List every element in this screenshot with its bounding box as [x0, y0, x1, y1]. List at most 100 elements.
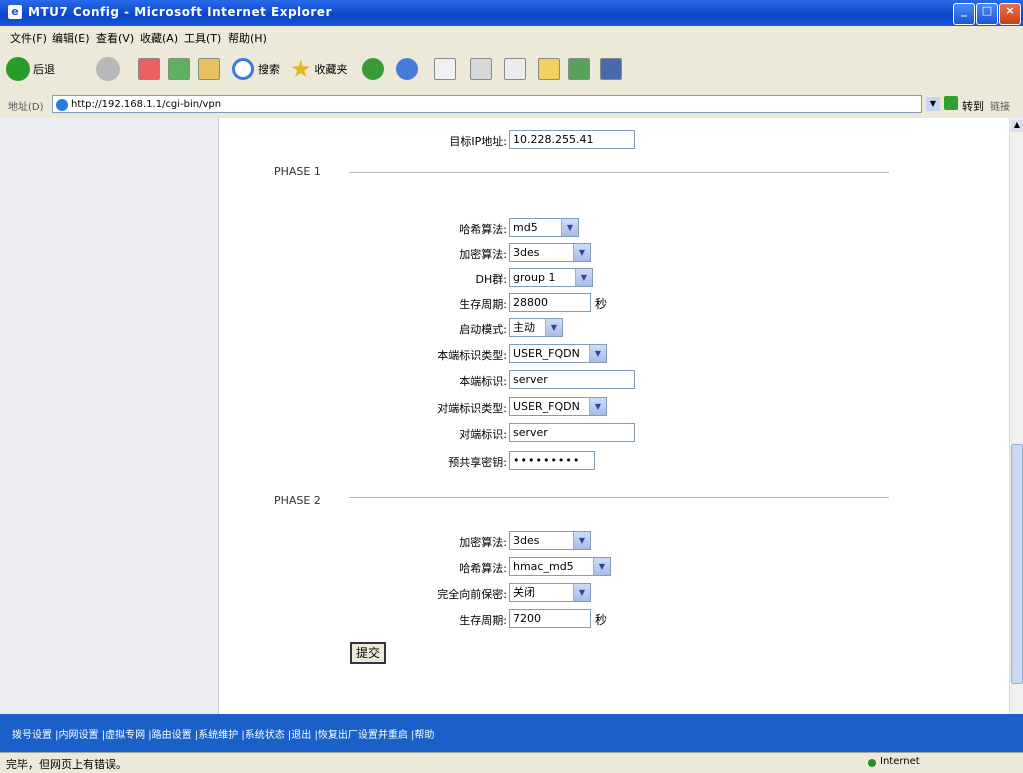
home-button[interactable] — [198, 56, 220, 82]
edit-icon — [504, 58, 526, 80]
maximize-button[interactable]: □ — [976, 3, 998, 25]
chevron-down-icon: ▼ — [561, 219, 578, 236]
vpn-config-form: 目标IP地址: 10.228.255.41 PHASE 1 哈希算法: md5 ▼… — [219, 118, 1009, 714]
p1-dh-label: DH群: — [475, 273, 507, 286]
back-arrow-icon — [6, 57, 30, 81]
menu-bar: 文件(F) 编辑(E) 查看(V) 收藏(A) 工具(T) 帮助(H) — [0, 26, 1023, 49]
p1-local-id-input[interactable]: server — [509, 370, 635, 389]
p1-dh-value: group 1 — [513, 271, 556, 284]
menu-view[interactable]: 查看(V) — [96, 30, 134, 46]
target-ip-input[interactable]: 10.228.255.41 — [509, 130, 635, 149]
search-icon — [232, 58, 254, 80]
submit-button[interactable]: 提交 — [350, 642, 386, 664]
print-button[interactable] — [470, 56, 492, 82]
history-icon — [396, 58, 418, 80]
sidebar — [0, 118, 219, 714]
address-dropdown-icon[interactable]: ▼ — [926, 97, 940, 111]
p1-hash-row: 哈希算法: — [219, 218, 507, 238]
vertical-scrollbar[interactable]: ▲ — [1009, 118, 1023, 714]
go-button[interactable]: 转到 — [962, 98, 984, 114]
address-input[interactable]: http://192.168.1.1/cgi-bin/vpn — [52, 95, 922, 113]
minimize-button[interactable]: _ — [953, 3, 975, 25]
target-ip-label: 目标IP地址: — [449, 135, 507, 148]
p2-lifetime-unit: 秒 — [595, 613, 608, 627]
p1-hash-value: md5 — [513, 221, 538, 234]
p2-pfs-value: 关闭 — [513, 586, 535, 599]
p2-lifetime-row: 生存周期: — [219, 609, 507, 629]
p1-mode-row: 启动模式: — [219, 318, 507, 338]
p1-local-id-label: 本端标识: — [459, 375, 507, 388]
scroll-up-icon[interactable]: ▲ — [1011, 120, 1023, 132]
phase2-divider — [349, 497, 889, 498]
p2-lifetime-value: 7200 — [513, 612, 541, 625]
p1-mode-select[interactable]: 主动 ▼ — [509, 318, 563, 337]
p1-local-id-type-row: 本端标识类型: — [219, 344, 507, 364]
stop-button[interactable] — [138, 56, 160, 82]
menu-favorites[interactable]: 收藏(A) — [140, 30, 178, 46]
research-button[interactable] — [600, 56, 622, 82]
back-label: 后退 — [33, 63, 55, 76]
p2-hash-select[interactable]: hmac_md5 ▼ — [509, 557, 611, 576]
p2-lifetime-label: 生存周期: — [459, 614, 507, 627]
p1-lifetime-label: 生存周期: — [459, 298, 507, 311]
favorites-button[interactable]: ★ 收藏夹 — [290, 56, 348, 82]
p1-peer-id-label: 对端标识: — [459, 428, 507, 441]
forward-button[interactable] — [96, 56, 120, 82]
go-arrow-icon[interactable] — [944, 96, 958, 110]
p1-dh-select[interactable]: group 1 ▼ — [509, 268, 593, 287]
p2-pfs-select[interactable]: 关闭 ▼ — [509, 583, 591, 602]
messenger-icon — [568, 58, 590, 80]
p2-lifetime-input[interactable]: 7200 — [509, 609, 591, 628]
edit-button[interactable] — [504, 56, 526, 82]
p1-local-id-type-select[interactable]: USER_FQDN ▼ — [509, 344, 607, 363]
title-bar: e MTU7 Config - Microsoft Internet Explo… — [0, 0, 1023, 26]
p1-encrypt-select[interactable]: 3des ▼ — [509, 243, 591, 262]
p2-hash-value: hmac_md5 — [513, 560, 574, 573]
footer-links[interactable]: 拨号设置 |内网设置 |虚拟专网 |路由设置 |系统维护 |系统状态 |退出 |… — [12, 726, 434, 741]
search-label: 搜索 — [258, 63, 280, 76]
menu-help[interactable]: 帮助(H) — [228, 30, 267, 46]
status-zone: Internet — [880, 756, 920, 767]
p1-psk-input[interactable]: ••••••••• — [509, 451, 595, 470]
folder-button[interactable] — [538, 56, 560, 82]
p1-peer-id-input[interactable]: server — [509, 423, 635, 442]
home-icon — [198, 58, 220, 80]
p1-peer-id-row: 对端标识: — [219, 423, 507, 443]
menu-file[interactable]: 文件(F) — [10, 30, 47, 46]
p1-mode-label: 启动模式: — [459, 323, 507, 336]
target-ip-row: 目标IP地址: — [219, 130, 507, 150]
p2-hash-label: 哈希算法: — [459, 562, 507, 575]
p1-psk-label: 预共享密钥: — [448, 456, 507, 469]
p1-local-id-row: 本端标识: — [219, 370, 507, 390]
chevron-down-icon: ▼ — [573, 244, 590, 261]
mail-button[interactable] — [434, 56, 456, 82]
messenger-button[interactable] — [568, 56, 590, 82]
close-button[interactable]: × — [999, 3, 1021, 25]
chevron-down-icon: ▼ — [573, 584, 590, 601]
p1-lifetime-unit: 秒 — [595, 297, 608, 311]
p1-peer-id-value: server — [513, 426, 548, 439]
toolbar: 后退 搜索 ★ 收藏夹 — [0, 48, 1023, 93]
p2-encrypt-value: 3des — [513, 534, 540, 547]
p2-encrypt-label: 加密算法: — [459, 536, 507, 549]
back-button[interactable]: 后退 — [6, 56, 55, 82]
scroll-thumb[interactable] — [1011, 444, 1023, 684]
p1-lifetime-input[interactable]: 28800 — [509, 293, 591, 312]
links-button[interactable]: 链接 — [990, 98, 1010, 113]
refresh-button[interactable] — [168, 56, 190, 82]
p1-encrypt-row: 加密算法: — [219, 243, 507, 263]
star-icon: ★ — [290, 55, 312, 83]
favorites-label: 收藏夹 — [314, 63, 348, 76]
p1-local-id-type-label: 本端标识类型: — [437, 349, 507, 362]
p2-encrypt-select[interactable]: 3des ▼ — [509, 531, 591, 550]
menu-edit[interactable]: 编辑(E) — [52, 30, 90, 46]
history-button[interactable] — [396, 56, 418, 82]
menu-tools[interactable]: 工具(T) — [184, 30, 221, 46]
target-ip-value: 10.228.255.41 — [513, 133, 594, 146]
p1-hash-select[interactable]: md5 ▼ — [509, 218, 579, 237]
search-button[interactable]: 搜索 — [232, 56, 280, 82]
p1-peer-id-type-select[interactable]: USER_FQDN ▼ — [509, 397, 607, 416]
media-button[interactable] — [362, 56, 384, 82]
chevron-down-icon: ▼ — [575, 269, 592, 286]
status-message: 完毕，但网页上有错误。 — [6, 758, 127, 771]
